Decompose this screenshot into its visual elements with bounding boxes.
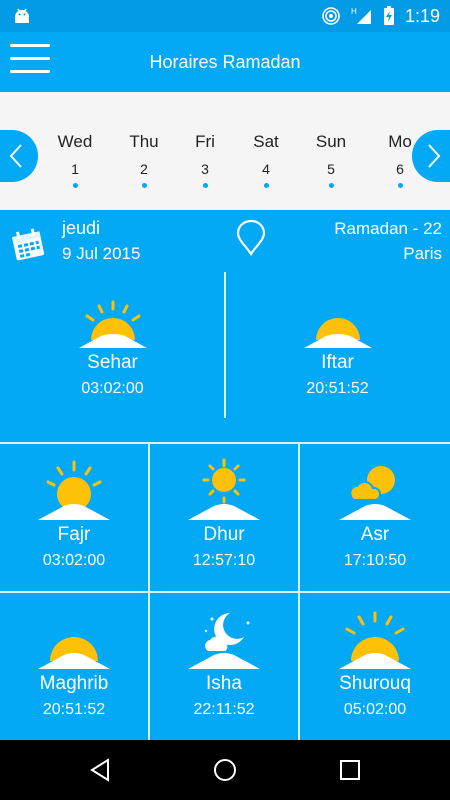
day-indicator-dot — [397, 183, 403, 188]
prayer-time: 17:10:50 — [343, 552, 407, 569]
sehar-cell: Sehar 03:02:00 — [0, 300, 225, 398]
day-item[interactable]: Sat 4 — [236, 132, 296, 188]
prayer-time: 22:11:52 — [193, 701, 255, 718]
day-name: Wed — [57, 132, 93, 151]
app-title: Horaires Ramadan — [149, 52, 301, 72]
back-icon[interactable] — [88, 758, 112, 782]
day-number: 2 — [140, 161, 148, 177]
fasting-times: Sehar 03:02:00 Iftar 20:51:52 — [0, 270, 450, 440]
svg-text:H: H — [351, 7, 357, 16]
iftar-time: 20:51:52 — [306, 380, 369, 397]
day-name: Thu — [129, 132, 159, 151]
status-bar: H 1:19 — [0, 0, 450, 32]
prayer-time: 03:02:00 — [42, 552, 106, 569]
hijri-date: Ramadan - 22 — [334, 219, 442, 238]
day-number: 3 — [201, 161, 209, 177]
day-number: 4 — [262, 161, 270, 177]
iftar-label: Iftar — [321, 352, 354, 373]
sunset-icon — [38, 637, 110, 669]
day-indicator-dot — [202, 183, 208, 188]
prayer-cell-fajr: Fajr 03:02:00 — [0, 444, 150, 593]
city-name: Paris — [403, 244, 442, 263]
day-item[interactable]: Sun 5 — [301, 132, 361, 188]
sunrise-icon — [78, 300, 147, 348]
navigation-bar — [0, 740, 450, 800]
prayer-cell-maghrib: Maghrib 20:51:52 — [0, 593, 150, 742]
prayer-cell-shurouq: Shurouq 05:02:00 — [300, 593, 450, 742]
prayer-time: 05:02:00 — [343, 701, 407, 718]
prayer-name: Fajr — [57, 524, 91, 545]
day-number: 5 — [327, 161, 335, 177]
battery-charging-icon — [383, 6, 394, 25]
signal-icon: H — [351, 7, 371, 24]
moon-icon — [188, 613, 260, 669]
prayer-name: Shurouq — [339, 673, 411, 694]
home-icon[interactable] — [213, 758, 237, 782]
app-bar: Horaires Ramadan — [0, 32, 450, 92]
day-name: Sun — [315, 132, 347, 151]
sunset-icon — [303, 318, 372, 348]
chevron-right-icon — [428, 144, 441, 168]
day-name: Fri — [195, 132, 215, 151]
day-indicator-dot — [263, 183, 269, 188]
prayer-cell-asr: Asr 17:10:50 — [300, 444, 450, 593]
day-indicator-dot — [328, 183, 334, 188]
prayer-cell-isha: Isha 22:11:52 — [150, 593, 300, 742]
day-indicator-dot — [72, 183, 78, 188]
sunrise-icon — [38, 460, 110, 520]
calendar-icon[interactable] — [10, 228, 46, 262]
sunrise-icon — [339, 611, 411, 669]
recent-apps-icon[interactable] — [338, 758, 362, 782]
day-item[interactable]: Wed 1 — [45, 132, 105, 188]
day-selector: Wed 1 Thu 2 Fri 3 Sat 4 Sun 5 Mo 6 — [0, 92, 450, 210]
hamburger-menu-icon[interactable] — [10, 44, 52, 78]
location-pin-icon[interactable] — [236, 218, 266, 258]
day-item[interactable]: Fri 3 — [175, 132, 235, 188]
prayer-time: 12:57:10 — [192, 552, 256, 569]
prayer-name: Maghrib — [39, 673, 109, 694]
previous-days-button[interactable] — [0, 130, 38, 182]
sehar-label: Sehar — [87, 352, 138, 373]
android-icon — [15, 8, 29, 23]
date-info-bar: jeudi 9 Jul 2015 Ramadan - 22 Paris — [0, 210, 450, 270]
prayer-name: Isha — [206, 673, 242, 694]
current-day-name: jeudi — [62, 218, 101, 238]
sehar-time: 03:02:00 — [81, 380, 144, 397]
hotspot-icon — [322, 7, 340, 25]
day-number: 1 — [71, 161, 79, 177]
day-indicator-dot — [141, 183, 147, 188]
day-name: Sat — [253, 132, 279, 151]
prayer-times-grid: Fajr 03:02:00 Dhur 12:57:10 Asr 17:10:50 — [0, 442, 450, 742]
status-time: 1:19 — [404, 5, 440, 26]
chevron-left-icon — [9, 144, 22, 168]
prayer-name: Asr — [360, 524, 390, 545]
prayer-cell-dhur: Dhur 12:57:10 — [150, 444, 300, 593]
prayer-time: 20:51:52 — [42, 701, 106, 718]
prayer-name: Dhur — [203, 524, 245, 545]
day-item[interactable]: Thu 2 — [114, 132, 174, 188]
iftar-cell: Iftar 20:51:52 — [225, 300, 450, 398]
sun-high-icon — [188, 458, 260, 520]
current-date: 9 Jul 2015 — [62, 244, 141, 263]
sun-cloud-icon — [339, 466, 411, 520]
